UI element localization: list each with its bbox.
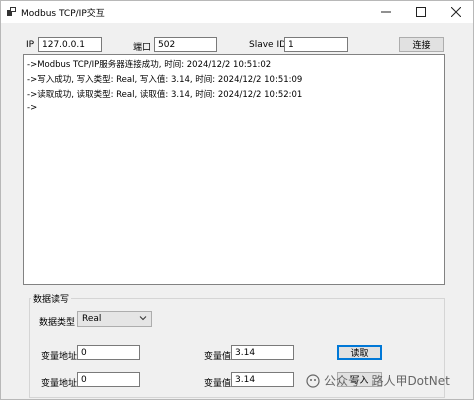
read-value-label: 变量值 <box>204 352 232 362</box>
data-type-label: 数据类型 <box>39 318 76 328</box>
read-address-label: 变量地址 <box>41 352 78 362</box>
app-icon <box>7 7 17 17</box>
write-address-input[interactable]: 0 <box>77 372 140 387</box>
slave-id-label: Slave ID <box>249 40 287 50</box>
connect-button[interactable]: 连接 <box>399 37 444 52</box>
window-title: Modbus TCP/IP交互 <box>21 9 105 19</box>
log-line: ->写入成功, 写入类型: Real, 写入值: 3.14, 时间: 2024/… <box>27 75 303 85</box>
log-line: ->读取成功, 读取类型: Real, 读取值: 3.14, 时间: 2024/… <box>27 90 303 100</box>
data-type-select[interactable]: Real <box>77 311 152 327</box>
title-bar[interactable]: Modbus TCP/IP交互 <box>1 1 473 23</box>
group-title: 数据读写 <box>31 292 72 305</box>
read-address-input[interactable]: 0 <box>77 345 140 360</box>
watermark: 公众号 · 路人甲DotNet <box>306 372 450 389</box>
read-value-input[interactable]: 3.14 <box>231 345 294 360</box>
minimize-icon[interactable] <box>371 1 401 23</box>
log-line: ->Modbus TCP/IP服务器连接成功, 时间: 2024/12/2 10… <box>27 60 272 70</box>
port-label: 端口 <box>133 43 152 53</box>
maximize-icon[interactable] <box>406 1 436 23</box>
write-value-input[interactable]: 3.14 <box>231 372 294 387</box>
write-address-label: 变量地址 <box>41 379 78 389</box>
write-value-label: 变量值 <box>204 379 232 389</box>
ip-label: IP <box>26 40 35 50</box>
watermark-text: 公众号 · 路人甲DotNet <box>324 374 450 388</box>
chevron-down-icon <box>139 314 147 326</box>
wechat-icon <box>306 373 320 388</box>
slave-id-input[interactable]: 1 <box>284 37 348 52</box>
log-textbox[interactable]: ->Modbus TCP/IP服务器连接成功, 时间: 2024/12/2 10… <box>23 54 445 285</box>
close-icon[interactable] <box>441 1 471 23</box>
read-button[interactable]: 读取 <box>337 345 382 360</box>
log-line: -> <box>27 103 38 113</box>
data-type-value: Real <box>82 314 102 324</box>
ip-input[interactable]: 127.0.0.1 <box>38 37 102 52</box>
app-window: Modbus TCP/IP交互 IP 127.0.0.1 端口 502 Slav… <box>0 0 474 400</box>
port-input[interactable]: 502 <box>154 37 217 52</box>
